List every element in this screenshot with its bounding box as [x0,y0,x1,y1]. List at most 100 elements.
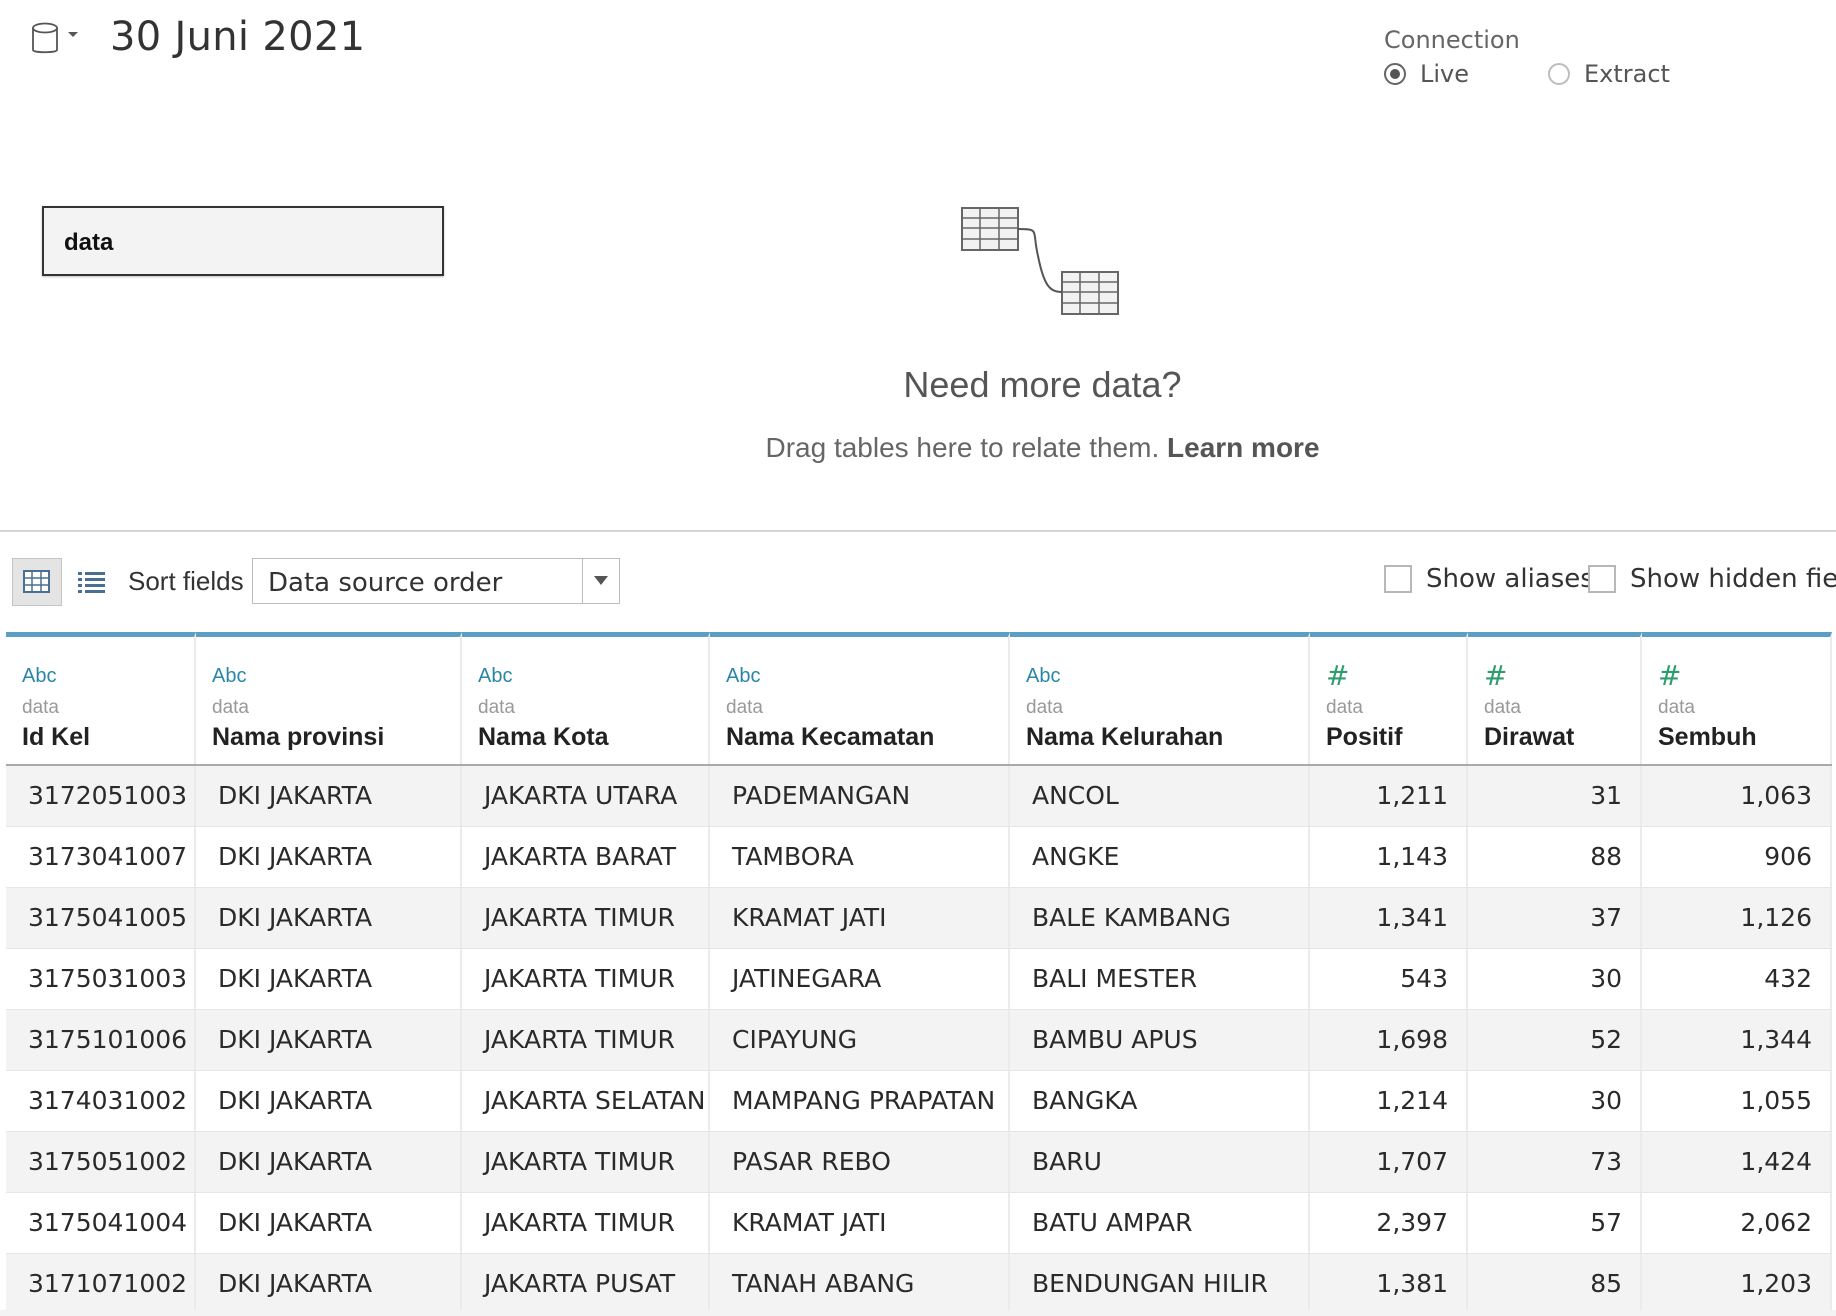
connection-label: Connection [1384,26,1520,54]
show-hidden-fields-label: Show hidden fields [1630,564,1836,594]
checkbox-icon [1588,565,1616,593]
data-grid: Abc data Id Kel Abc data Nama provinsi Abc data… [6,632,1832,1315]
table-cell: BANGKA [1010,1071,1310,1131]
table-cell: 1,344 [1642,1010,1832,1070]
table-cell: DKI JAKARTA [196,1254,462,1314]
table-cell: ANCOL [1010,766,1310,826]
grid-bottom-edge [0,1310,1836,1316]
table-cell: JAKARTA TIMUR [462,1193,710,1253]
table-cell: 3175101006 [6,1010,196,1070]
string-type-icon[interactable]: Abc [22,665,56,688]
list-view-icon [78,572,105,593]
connection-extract-radio[interactable]: Extract [1548,60,1670,88]
datasource-menu-button[interactable] [30,22,82,58]
table-cell: JAKARTA UTARA [462,766,710,826]
table-cell: DKI JAKARTA [196,888,462,948]
datasource-title[interactable]: 30 Juni 2021 [110,14,365,60]
table-cell: DKI JAKARTA [196,1193,462,1253]
table-cell: 73 [1468,1132,1642,1192]
dropdown-arrow-icon [594,576,608,585]
grid-body: 3172051003 DKI JAKARTA JAKARTA UTARA PADEMA… [6,766,1832,1315]
column-source: data [1484,697,1521,718]
column-header[interactable]: # data Sembuh [1642,632,1832,764]
number-type-icon[interactable]: # [1484,659,1507,692]
column-header[interactable]: Abc data Id Kel [6,632,196,764]
column-source: data [22,697,59,718]
table-cell: KRAMAT JATI [710,1193,1010,1253]
table-cell: DKI JAKARTA [196,827,462,887]
table-cell: 1,424 [1642,1132,1832,1192]
table-row: 3175041004 DKI JAKARTA JAKARTA TIMUR KRAMAT… [6,1193,1832,1254]
table-row: 3175041005 DKI JAKARTA JAKARTA TIMUR KRAMAT… [6,888,1832,949]
table-cell: BENDUNGAN HILIR [1010,1254,1310,1314]
sort-fields-value: Data source order [268,568,503,598]
column-source: data [1026,697,1063,718]
table-cell: 1,341 [1310,888,1468,948]
table-cell: 1,698 [1310,1010,1468,1070]
connection-group: Connection Live Extract [1384,26,1670,88]
checkbox-icon [1384,565,1412,593]
table-cell: 1,055 [1642,1071,1832,1131]
database-icon [32,22,78,54]
table-cell: 1,063 [1642,766,1832,826]
list-view-button[interactable] [74,566,108,598]
column-header[interactable]: Abc data Nama provinsi [196,632,462,764]
canvas-table-name: data [64,229,114,256]
canvas-table-data[interactable]: data [42,206,444,276]
table-row: 3174031002 DKI JAKARTA JAKARTA SELATAN MAMP… [6,1071,1832,1132]
table-row: 3171071002 DKI JAKARTA JAKARTA PUSAT TANAH … [6,1254,1832,1315]
table-cell: JAKARTA SELATAN [462,1071,710,1131]
table-cell: 1,143 [1310,827,1468,887]
table-cell: 543 [1310,949,1468,1009]
string-type-icon[interactable]: Abc [478,665,512,688]
string-type-icon[interactable]: Abc [212,665,246,688]
table-cell: BALI MESTER [1010,949,1310,1009]
table-cell: BARU [1010,1132,1310,1192]
column-header[interactable]: Abc data Nama Kelurahan [1010,632,1310,764]
column-header[interactable]: Abc data Nama Kecamatan [710,632,1010,764]
sort-fields-select[interactable]: Data source order [252,558,620,604]
table-cell: MAMPANG PRAPATAN [710,1071,1010,1131]
table-cell: BAMBU APUS [1010,1010,1310,1070]
grid-view-button[interactable] [12,558,62,606]
table-cell: JAKARTA BARAT [462,827,710,887]
table-cell: 30 [1468,1071,1642,1131]
table-cell: 88 [1468,827,1642,887]
table-cell: DKI JAKARTA [196,949,462,1009]
need-more-data-title: Need more data? [903,364,1182,405]
learn-more-link[interactable]: Learn more [1167,432,1320,463]
table-cell: BALE KAMBANG [1010,888,1310,948]
table-cell: 37 [1468,888,1642,948]
number-type-icon[interactable]: # [1658,659,1681,692]
table-cell: CIPAYUNG [710,1010,1010,1070]
column-header[interactable]: # data Positif [1310,632,1468,764]
number-type-icon[interactable]: # [1326,659,1349,692]
column-name: Dirawat [1484,723,1575,751]
radio-selected-icon [1384,63,1406,85]
connection-extract-label: Extract [1584,60,1670,88]
table-cell: 3175041005 [6,888,196,948]
table-cell: 52 [1468,1010,1642,1070]
string-type-icon[interactable]: Abc [726,665,760,688]
column-source: data [212,697,249,718]
table-cell: 57 [1468,1193,1642,1253]
table-cell: 1,214 [1310,1071,1468,1131]
table-cell: 1,707 [1310,1132,1468,1192]
table-cell: 3172051003 [6,766,196,826]
table-cell: 1,203 [1642,1254,1832,1314]
column-header[interactable]: Abc data Nama Kota [462,632,710,764]
table-cell: 3175051002 [6,1132,196,1192]
column-name: Nama Kota [478,723,609,751]
table-cell: 906 [1642,827,1832,887]
column-source: data [1326,697,1363,718]
table-cell: 30 [1468,949,1642,1009]
column-header[interactable]: # data Dirawat [1468,632,1642,764]
string-type-icon[interactable]: Abc [1026,665,1060,688]
show-aliases-checkbox[interactable]: Show aliases [1384,564,1594,594]
column-name: Sembuh [1658,723,1757,751]
table-cell: JATINEGARA [710,949,1010,1009]
table-cell: ANGKE [1010,827,1310,887]
show-hidden-fields-checkbox[interactable]: Show hidden fields [1588,564,1836,594]
connection-live-radio[interactable]: Live [1384,60,1469,88]
table-row: 3175101006 DKI JAKARTA JAKARTA TIMUR CIPAYU… [6,1010,1832,1071]
